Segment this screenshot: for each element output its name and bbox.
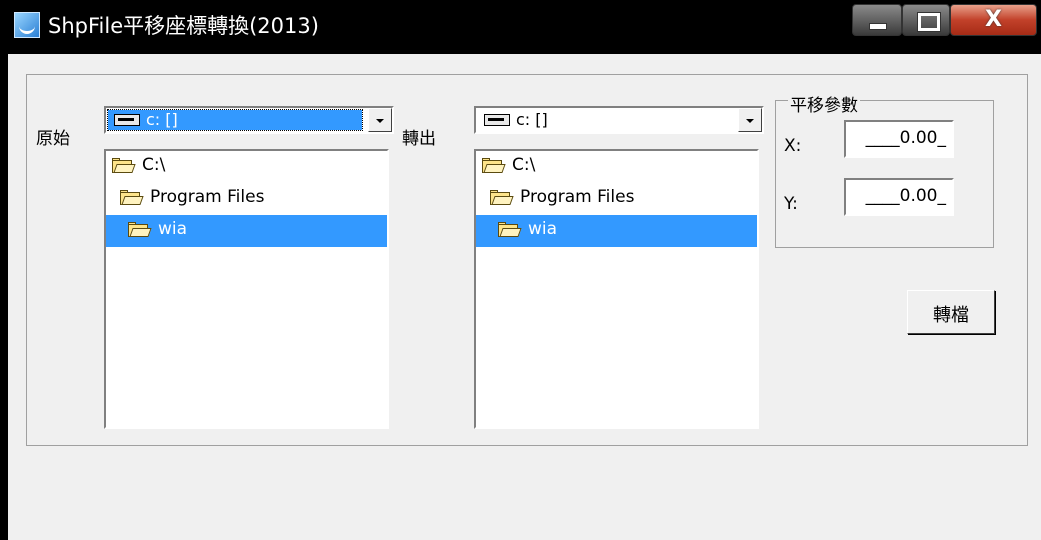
chevron-down-icon xyxy=(376,119,384,123)
output-drive-dropdown-button[interactable] xyxy=(738,108,762,132)
dir-name: C:\ xyxy=(142,155,166,175)
convert-button[interactable]: 轉檔 xyxy=(907,290,995,334)
close-button[interactable]: X xyxy=(950,4,1037,36)
source-dir-item-selected[interactable]: wia xyxy=(106,215,387,247)
output-drive-select[interactable]: c: [] xyxy=(474,106,764,134)
app-icon[interactable] xyxy=(14,12,40,38)
window-title: ShpFile平移座標轉換(2013) xyxy=(48,14,319,38)
drive-icon xyxy=(114,114,140,126)
source-drive-select[interactable]: c: [] xyxy=(104,106,394,134)
source-label: 原始 xyxy=(36,129,70,149)
source-drive-dropdown-button[interactable] xyxy=(368,108,392,132)
folder-open-icon xyxy=(112,158,136,174)
dir-name: wia xyxy=(528,219,558,239)
client-area: 原始 c: [] C:\ Program Files wia 轉出 c: [] … xyxy=(8,54,1041,540)
main-window: ShpFile平移座標轉換(2013) X 原始 c: [] C:\ Progr… xyxy=(0,0,1041,540)
minimize-icon xyxy=(869,23,887,30)
close-icon: X xyxy=(985,7,1002,32)
dir-name: Program Files xyxy=(520,187,635,207)
x-label: X: xyxy=(784,136,802,156)
folder-open-icon xyxy=(490,190,514,206)
x-offset-input[interactable]: ____0.00_ xyxy=(844,120,954,158)
dir-name: Program Files xyxy=(150,187,265,207)
source-dir-list[interactable]: C:\ Program Files wia xyxy=(104,149,389,429)
output-dir-item-selected[interactable]: wia xyxy=(476,215,757,247)
convert-button-label: 轉檔 xyxy=(933,305,969,326)
params-legend: 平移參數 xyxy=(788,91,860,116)
y-label: Y: xyxy=(784,194,798,214)
output-dir-item[interactable]: C:\ xyxy=(476,151,757,183)
drive-icon xyxy=(484,114,510,126)
minimize-button[interactable] xyxy=(852,4,902,36)
folder-open-icon xyxy=(482,158,506,174)
source-drive-text: c: [] xyxy=(146,110,178,129)
source-dir-item[interactable]: C:\ xyxy=(106,151,387,183)
dir-name: C:\ xyxy=(512,155,536,175)
output-dir-list[interactable]: C:\ Program Files wia xyxy=(474,149,759,429)
x-offset-value: ____0.00_ xyxy=(865,128,946,148)
output-label: 轉出 xyxy=(402,129,436,149)
y-offset-input[interactable]: ____0.00_ xyxy=(844,178,954,216)
source-dir-item[interactable]: Program Files xyxy=(106,183,387,215)
caption-buttons: X xyxy=(852,4,1037,40)
output-drive-text: c: [] xyxy=(516,110,548,129)
folder-open-icon xyxy=(128,222,152,238)
folder-open-icon xyxy=(120,190,144,206)
maximize-button[interactable] xyxy=(902,4,950,36)
maximize-icon xyxy=(917,12,941,32)
output-dir-item[interactable]: Program Files xyxy=(476,183,757,215)
chevron-down-icon xyxy=(746,119,754,123)
y-offset-value: ____0.00_ xyxy=(865,186,946,206)
folder-open-icon xyxy=(498,222,522,238)
title-bar[interactable]: ShpFile平移座標轉換(2013) X xyxy=(0,0,1041,54)
dir-name: wia xyxy=(158,219,188,239)
